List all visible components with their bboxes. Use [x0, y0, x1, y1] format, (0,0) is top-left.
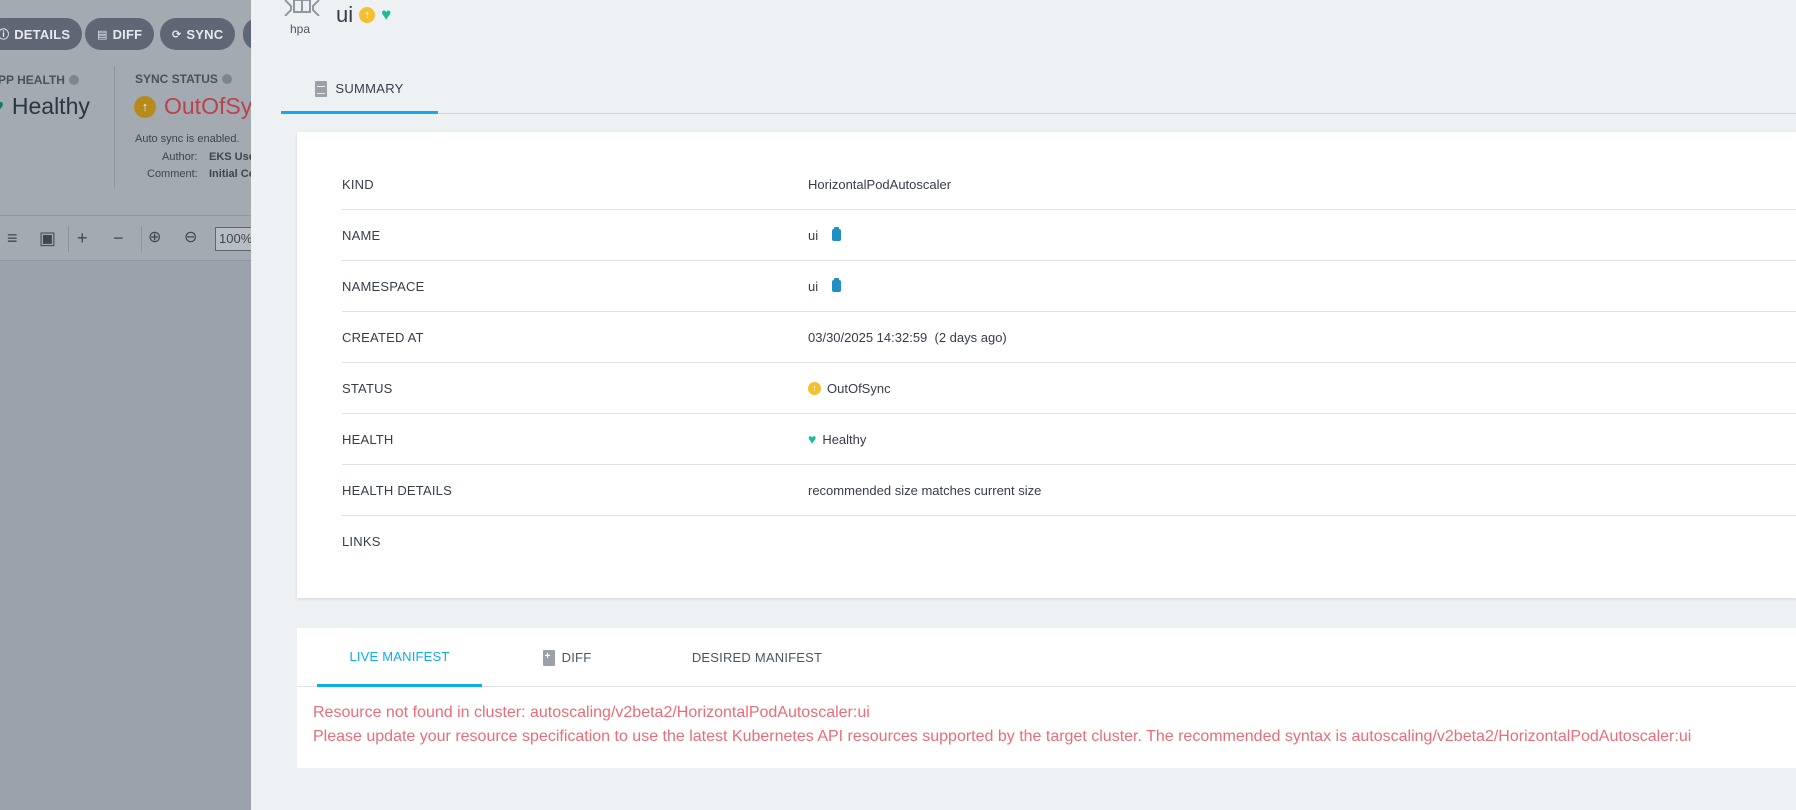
- auto-sync-text: Auto sync is enabled.: [135, 133, 240, 145]
- tab-diff[interactable]: DIFF: [517, 628, 617, 687]
- summary-row-health-details: HEALTH DETAILS recommended size matches …: [342, 465, 1796, 516]
- divider: [68, 226, 69, 252]
- divider: [141, 226, 142, 252]
- copy-clipboard-icon[interactable]: [832, 278, 842, 292]
- sync-icon: ⟳: [172, 28, 182, 41]
- summary-row-links: LINKS: [342, 534, 381, 549]
- file-diff-icon: [542, 649, 555, 666]
- manifest-tabs: LIVE MANIFEST DIFF DESIRED MANIFEST: [297, 628, 1796, 687]
- out-of-sync-icon: ↑: [359, 7, 376, 23]
- healthy-heart-icon: ♥: [381, 5, 392, 24]
- resource-kind-label: hpa: [290, 22, 311, 36]
- app-health-value: ♥ Healthy: [0, 93, 90, 120]
- collapse-icon[interactable]: −: [113, 228, 124, 248]
- summary-row-status: STATUS ↑ OutOfSync: [342, 363, 1796, 414]
- zoom-input[interactable]: 100%: [215, 227, 251, 251]
- summary-row-health: HEALTH ♥ Healthy: [342, 414, 1796, 465]
- zoom-out-icon[interactable]: ⊖: [184, 228, 197, 248]
- healthy-heart-icon: ♥: [808, 430, 817, 447]
- app-health-label: PP HEALTH: [0, 73, 79, 87]
- summary-row-name: NAME ui: [342, 210, 1796, 261]
- graph-toolbar: ≡ ▣ + − ⊕ ⊖ 100%: [0, 215, 251, 261]
- tab-desired-manifest[interactable]: DESIRED MANIFEST: [682, 628, 832, 687]
- copy-clipboard-icon[interactable]: [832, 227, 842, 241]
- author-label: Author:: [162, 151, 198, 163]
- resource-detail-panel: hpa ui ↑ ♥ SUMMARY KIND HorizontalPodAut…: [251, 0, 1796, 810]
- page-title: ui: [336, 2, 354, 27]
- comment-value: Initial Co: [209, 168, 251, 180]
- tab-live-manifest[interactable]: LIVE MANIFEST: [317, 628, 482, 687]
- arrow-up-circle-icon: ↑: [134, 95, 156, 118]
- sync-status-label: SYNC STATUS: [135, 72, 232, 86]
- comment-label: Comment:: [147, 168, 198, 180]
- file-diff-icon: ▤: [97, 28, 108, 41]
- diff-button[interactable]: ▤ DIFF: [85, 18, 155, 50]
- help-icon: [221, 74, 232, 84]
- expand-icon[interactable]: +: [77, 228, 88, 248]
- divider: [114, 66, 115, 188]
- summary-row-created-at: CREATED AT 03/30/2025 14:32:59 (2 days a…: [342, 312, 1796, 363]
- summary-row-kind: KIND HorizontalPodAutoscaler: [342, 159, 1796, 210]
- details-button[interactable]: ⓘ DETAILS: [0, 18, 83, 50]
- hpa-resource-icon: [284, 0, 320, 16]
- background-app: ⓘ DETAILS ▤ DIFF ⟳ SYNC PP HEALTH ♥ Heal…: [0, 0, 251, 810]
- summary-card: KIND HorizontalPodAutoscaler NAME ui NAM…: [297, 132, 1796, 598]
- detail-tabs: SUMMARY: [281, 66, 1796, 114]
- resource-title: ui ↑ ♥: [336, 2, 391, 28]
- fit-view-icon[interactable]: ▣: [39, 228, 56, 248]
- out-of-sync-icon: ↑: [808, 381, 821, 395]
- heart-icon: ♥: [0, 97, 4, 117]
- help-icon: [68, 75, 79, 85]
- sync-status-value: ↑ OutOfSyn: [134, 93, 251, 120]
- document-icon: [315, 80, 328, 97]
- manifest-card: LIVE MANIFEST DIFF DESIRED MANIFEST Reso…: [297, 628, 1796, 768]
- error-message-line: Resource not found in cluster: autoscali…: [313, 704, 870, 721]
- summary-row-namespace: NAMESPACE ui: [342, 261, 1796, 312]
- list-view-icon[interactable]: ≡: [7, 228, 18, 248]
- author-value: EKS Use: [209, 151, 251, 163]
- zoom-in-icon[interactable]: ⊕: [148, 228, 161, 248]
- info-icon: ⓘ: [0, 29, 10, 41]
- tab-summary[interactable]: SUMMARY: [281, 66, 438, 114]
- sync-button[interactable]: ⟳ SYNC: [160, 18, 236, 50]
- error-message-line: Please update your resource specificatio…: [313, 728, 1692, 745]
